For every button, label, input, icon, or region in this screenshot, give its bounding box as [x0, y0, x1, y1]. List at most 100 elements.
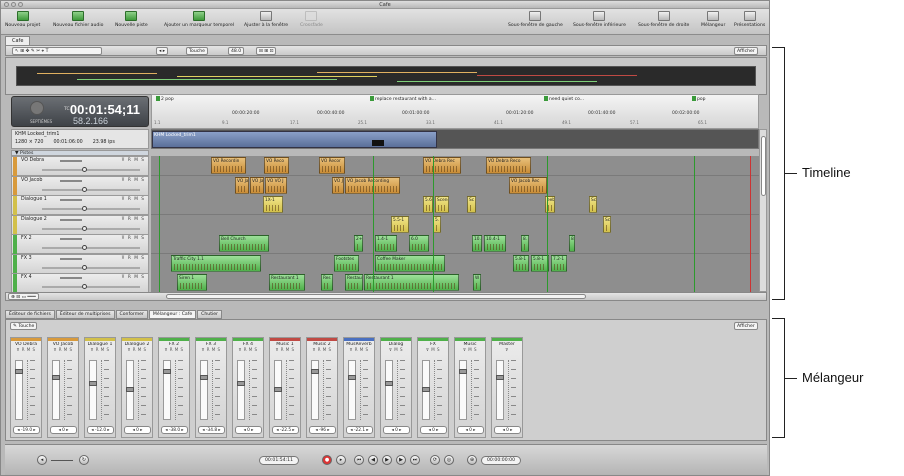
window-controls[interactable]: [4, 2, 23, 7]
audio-clip[interactable]: 8.: [569, 235, 575, 252]
fader-value[interactable]: ◂ 0 ▸: [235, 426, 262, 434]
audio-clip[interactable]: 10.4-1: [484, 235, 506, 252]
mixer-mode-select[interactable]: ✎ Touche: [10, 322, 38, 330]
strip-buttons[interactable]: ⊽: [492, 347, 522, 352]
mixer-button[interactable]: Mélangeur: [701, 11, 725, 28]
fader-value[interactable]: ◂ -38.0 ▸: [161, 426, 188, 434]
track-lane[interactable]: 1X-15.6-1SceneSceebSc: [151, 195, 759, 215]
audio-clip[interactable]: 6.0: [409, 235, 429, 252]
fader-value[interactable]: ◂ 0 ▸: [494, 426, 521, 434]
fader-value[interactable]: ◂ -34.8 ▸: [198, 426, 225, 434]
audio-clip[interactable]: Restau: [345, 274, 363, 291]
audio-clip[interactable]: 5.5-1: [391, 215, 409, 233]
fader-value[interactable]: ◂ -22.5 ▸: [272, 426, 299, 434]
track-lane[interactable]: 5.5-1 5. Sc: [151, 214, 759, 235]
audio-clip[interactable]: VO Jacob Rec: [509, 176, 547, 194]
bottom-pane-button[interactable]: Sous-fenêtre inférieure: [573, 11, 626, 28]
end-timecode[interactable]: 00:00:00:00: [481, 456, 522, 465]
track-volume-slider[interactable]: [60, 238, 82, 240]
mixer-afficher-menu[interactable]: Afficher: [734, 322, 758, 330]
audio-clip[interactable]: Sc: [467, 196, 476, 213]
audio-clip[interactable]: Restaurant 1: [269, 274, 305, 291]
audio-clip[interactable]: 5.6-1: [423, 196, 433, 213]
audio-clip[interactable]: W: [473, 274, 481, 291]
volume-fader[interactable]: [89, 360, 97, 420]
automation-mode-select[interactable]: Touche: [186, 47, 209, 55]
track-lane[interactable]: Siren 1 Restaurant 1 Res Restau Restaurant 1…: [151, 273, 759, 292]
track-pan-slider[interactable]: [42, 186, 140, 192]
tab-4[interactable]: Chutier: [197, 310, 222, 319]
nav-arrows[interactable]: ◂ ▸: [156, 47, 169, 55]
audio-clip[interactable]: 2+: [354, 235, 363, 252]
audio-clip[interactable]: VO Recor: [319, 157, 345, 174]
track-lane[interactable]: Traffic City 1.1 Footstes Coffee Maker 5.8-…: [151, 253, 759, 274]
horizontal-scrollbar[interactable]: [166, 294, 586, 299]
fit-window-button[interactable]: Ajuster à la fenêtre: [244, 11, 288, 28]
audio-clip[interactable]: 8.: [521, 235, 529, 252]
track-buttons[interactable]: ⊽ R M S: [121, 197, 145, 202]
layouts-button[interactable]: Présentations: [734, 11, 765, 28]
audio-clip[interactable]: 10.4: [472, 235, 482, 252]
track-volume-slider[interactable]: [60, 257, 82, 260]
zoom-controls[interactable]: ⊕ ⊟ ▭ ═══: [8, 293, 39, 300]
track-lane[interactable]: VO JacVO JacVO VO JVO JVO Jacob Recordin…: [151, 175, 759, 196]
go-to-start-button[interactable]: ⏮: [354, 455, 364, 465]
strip-buttons[interactable]: ⊽ M S: [381, 347, 411, 352]
volume-fader[interactable]: [15, 360, 23, 420]
strip-buttons[interactable]: ⊽ M S: [418, 347, 448, 352]
track-pan-slider[interactable]: [42, 284, 140, 289]
track-pan-slider[interactable]: [42, 264, 140, 270]
volume-fader[interactable]: [385, 360, 393, 420]
tab-2[interactable]: Conformer: [115, 310, 148, 319]
cycle-button[interactable]: ⟳: [430, 455, 440, 465]
play-button[interactable]: ▶: [382, 455, 392, 465]
volume-fader[interactable]: [163, 360, 171, 420]
track-pan-slider[interactable]: [42, 206, 140, 211]
track-volume-slider[interactable]: [60, 277, 82, 279]
strip-buttons[interactable]: ⊽ M S: [455, 347, 485, 352]
track-buttons[interactable]: ⊽ R M S: [121, 158, 145, 163]
track-buttons[interactable]: ⊽ R M S: [121, 178, 145, 183]
volume-fader[interactable]: [52, 360, 60, 420]
volume-fader[interactable]: [237, 360, 245, 420]
tool-palette[interactable]: ↖ ⊞ ✥ ✎ ✂ ⌖ T: [12, 47, 102, 55]
track-buttons[interactable]: ⊽ R M S: [121, 275, 145, 280]
volume-fader[interactable]: [274, 360, 282, 420]
project-tab[interactable]: Cafe: [5, 36, 31, 45]
strip-buttons[interactable]: ⊽ R M S: [11, 347, 41, 352]
audio-clip[interactable]: VO VO J: [265, 176, 287, 194]
audio-clip[interactable]: VO Debra Reco: [486, 157, 531, 174]
track-lane[interactable]: Bell Church 2+ 1.4-1 6.0 10.410.4-1 8. 8.: [151, 234, 759, 254]
track-volume-slider[interactable]: [60, 218, 82, 221]
strip-buttons[interactable]: ⊽ R M S: [48, 347, 78, 352]
volume-slider[interactable]: [51, 460, 73, 461]
volume-icon[interactable]: ◂: [37, 455, 47, 465]
fader-value[interactable]: ◂ 0 ▸: [457, 426, 484, 434]
audio-clip[interactable]: 1.4-1: [375, 235, 397, 252]
audio-clip[interactable]: 7.2-1: [551, 254, 567, 272]
audio-clip[interactable]: VO Recordin: [211, 157, 246, 174]
timecode-display[interactable]: TC 00:01:54;11 SEPTIÈMES 58.2.166: [11, 96, 149, 127]
track-header[interactable]: Dialogue 2 ⊽ R M S: [11, 214, 149, 235]
playhead-timecode[interactable]: 00:01:54:11: [259, 456, 300, 465]
right-pane-button[interactable]: Sous-fenêtre de droite: [638, 11, 689, 28]
jog-knob-icon[interactable]: [30, 101, 44, 115]
rewind-button[interactable]: ◀: [368, 455, 378, 465]
volume-fader[interactable]: [126, 360, 134, 420]
add-time-marker-button[interactable]: Ajouter un marqueur temporel: [164, 11, 234, 28]
audio-clip[interactable]: VO Jac: [250, 176, 264, 194]
network-icon[interactable]: ⊕: [467, 455, 477, 465]
track-header[interactable]: VO Debra ⊽ R M S: [11, 156, 149, 176]
track-header[interactable]: FX 4 ⊽ R M S: [11, 273, 149, 292]
marker-2[interactable]: replace restaurant with a...: [370, 96, 436, 102]
audio-clip[interactable]: VO Reco: [264, 157, 289, 174]
strip-buttons[interactable]: ⊽ R M S: [344, 347, 374, 352]
strip-buttons[interactable]: ⊽ R M S: [233, 347, 263, 352]
audio-clip[interactable]: Traffic City 1.1: [171, 254, 261, 272]
volume-fader[interactable]: [496, 360, 504, 420]
track-header[interactable]: FX 3 ⊽ R M S: [11, 253, 149, 274]
audio-clip[interactable]: Restaurant 1: [364, 274, 459, 291]
tab-3[interactable]: Mélangeur : Cafe: [148, 310, 197, 319]
video-track[interactable]: KHM Locked_trim1: [151, 129, 759, 149]
left-pane-button[interactable]: Sous-fenêtre de gauche: [508, 11, 563, 28]
